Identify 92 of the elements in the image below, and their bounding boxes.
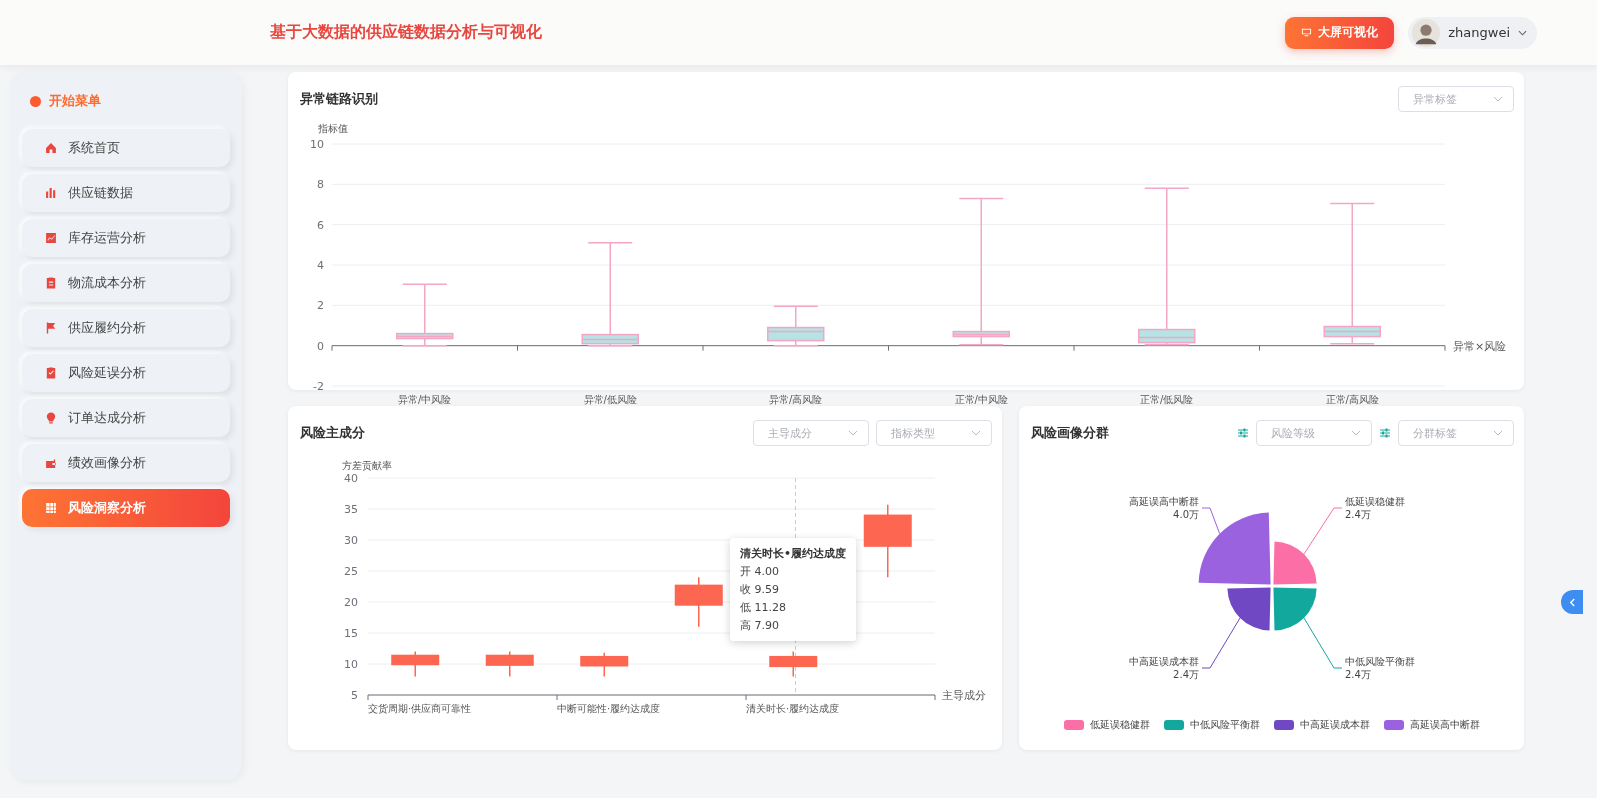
slice-value: 2.4万 [1345, 509, 1371, 520]
card-title: 风险画像分群 [1031, 424, 1109, 442]
user-name: zhangwei [1448, 25, 1510, 40]
menu-item[interactable]: 系统首页 [22, 129, 230, 167]
tooltip-line: 开 4.00 [740, 564, 780, 579]
axis-title: 指标值 [318, 123, 348, 134]
candlestick-drawing [391, 650, 440, 678]
axis-tick-label: 15 [344, 627, 358, 640]
menu-item[interactable]: 物流成本分析 [22, 264, 230, 302]
dot-icon [30, 95, 41, 107]
axis-title: 方差贡献率 [342, 460, 392, 471]
axis-tick-label: 25 [344, 565, 358, 578]
tooltip-line: 低 11.28 [740, 600, 787, 615]
axis-tick-label: 5 [351, 689, 358, 702]
legend-label[interactable]: 中高延误成本群 [1299, 718, 1370, 732]
slice-label: 高延误高中断群 [1129, 496, 1199, 507]
filter-icon [1379, 427, 1391, 439]
chevron-down-icon [848, 430, 858, 436]
menu-title: 开始菜单 [49, 92, 101, 110]
axis-category-label: 正常/低风险 [1140, 394, 1194, 405]
menu-item[interactable]: 订单达成分析 [22, 399, 230, 437]
axis-category-label: 异常/低风险 [583, 394, 637, 405]
leader-line [1201, 507, 1221, 535]
chevron-down-icon [1493, 96, 1503, 102]
chevron-down-icon [971, 430, 981, 436]
filter-icon [1237, 427, 1249, 439]
chevron-down-icon [1493, 430, 1503, 436]
axis-category-label: 清关时长·履约达成度 [746, 703, 840, 714]
axis-tick-label: 6 [317, 218, 324, 232]
legend-label[interactable]: 低延误稳健群 [1089, 718, 1150, 732]
axis-tick-label: 4 [317, 259, 324, 272]
axis-category-label: 交货周期·供应商可靠性 [368, 703, 472, 714]
tooltip-title: 清关时长•履约达成度 [740, 546, 847, 561]
menu-icon [44, 321, 58, 335]
axis-category-label: 中断可能性·履约达成度 [557, 703, 661, 714]
axis-tick-label: 30 [344, 534, 358, 547]
menu-item[interactable]: 绩效画像分析 [22, 444, 230, 482]
menu-icon [44, 366, 58, 380]
app-title: 基于大数据的供应链数据分析与可视化 [270, 22, 542, 43]
axis-tick-label: 10 [344, 658, 358, 671]
candlestick-drawing [580, 652, 629, 678]
axis-category-label: 异常/中风险 [398, 394, 452, 405]
legend-label[interactable]: 高延误高中断群 [1409, 718, 1480, 732]
menu-icon [44, 141, 58, 155]
leader-line [1201, 617, 1241, 669]
monitor-icon [1301, 27, 1313, 38]
axis-title: 主导成分 [942, 689, 986, 702]
menu-icon [44, 276, 58, 290]
collapse-tab[interactable] [1561, 590, 1583, 614]
candlestick-drawing [674, 576, 723, 628]
slice-value: 2.4万 [1345, 669, 1371, 680]
menu-item[interactable]: 库存运营分析 [22, 219, 230, 257]
legend-label[interactable]: 中低风险平衡群 [1189, 718, 1260, 732]
slice-label: 中低风险平衡群 [1345, 656, 1415, 667]
slice-label: 中高延误成本群 [1129, 656, 1199, 667]
menu-item[interactable]: 供应履约分析 [22, 309, 230, 347]
axis-tick-label: 40 [344, 472, 358, 485]
box-plot-drawing [396, 283, 454, 347]
menu-icon [44, 411, 58, 425]
card-title: 异常链路识别 [300, 90, 378, 108]
chevron-left-icon [1568, 597, 1576, 607]
tooltip-line: 高 7.90 [740, 618, 780, 633]
axis-tick-label: 8 [317, 178, 324, 192]
axis-tick-label: 35 [344, 503, 358, 516]
leader-line [1303, 507, 1343, 555]
slice-value: 4.0万 [1173, 509, 1199, 520]
menu-icon [44, 186, 58, 200]
tooltip-line: 收 9.59 [740, 582, 780, 597]
caret-icon [1518, 29, 1527, 36]
axis-tick-label: 20 [344, 596, 358, 609]
candlestick-drawing [485, 650, 534, 678]
axis-tick-label: -2 [313, 380, 324, 393]
chevron-down-icon [1351, 430, 1361, 436]
candlestick-drawing [769, 650, 818, 678]
menu-item[interactable]: 供应链数据 [22, 174, 230, 212]
menu-icon [44, 501, 58, 515]
slice-label: 低延误稳健群 [1345, 496, 1405, 507]
slice-value: 2.4万 [1173, 669, 1199, 680]
axis-tick-label: 0 [317, 339, 324, 353]
user-menu[interactable]: zhangwei [1408, 16, 1537, 49]
axis-category-label: 异常/高风险 [769, 394, 823, 405]
leader-line [1303, 617, 1343, 669]
axis-title: 异常×风险 [1453, 339, 1507, 353]
menu-item[interactable]: 风险延误分析 [22, 354, 230, 392]
avatar-icon [1412, 18, 1441, 47]
axis-category-label: 正常/高风险 [1325, 394, 1379, 405]
axis-tick-label: 10 [310, 138, 324, 151]
card-title: 风险主成分 [300, 424, 365, 442]
box-plot-drawing [767, 305, 825, 347]
axis-tick-label: 2 [317, 299, 324, 313]
axis-category-label: 正常/中风险 [954, 394, 1008, 405]
menu-icon [44, 231, 58, 245]
